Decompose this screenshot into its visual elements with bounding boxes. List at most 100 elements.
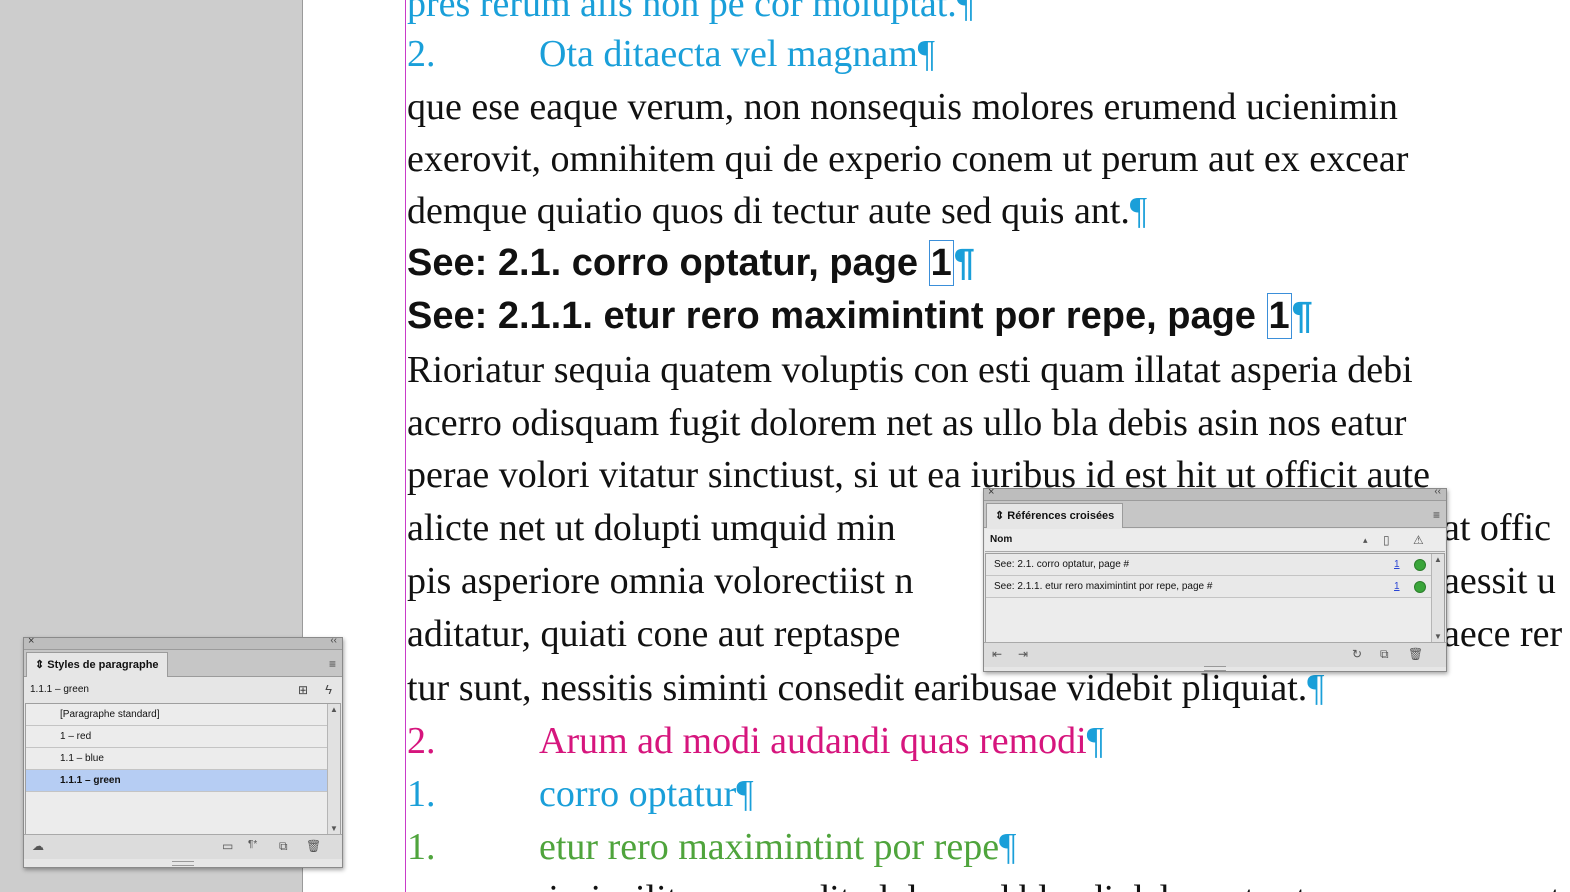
cross-references-panel[interactable]: × ‹‹ ⇕ Références croisées ≡ Nom ▴ ▯ ⚠ S… <box>983 486 1447 672</box>
warning-icon[interactable]: ⚠ <box>1413 529 1424 551</box>
close-icon[interactable]: × <box>988 486 994 498</box>
scroll-up-icon[interactable]: ▲ <box>1434 555 1442 564</box>
paragraph-styles-panel[interactable]: × ‹‹ ⇕ Styles de paragraphe ≡ 1.1.1 – gr… <box>23 635 343 868</box>
text-line-3[interactable]: que ese eaque verum, non nonsequis molor… <box>407 81 1398 133</box>
line-text: Rioriatur sequia quatem voluptis con est… <box>407 349 1413 391</box>
collapse-icon[interactable]: ‹‹ <box>1434 486 1441 497</box>
text-line-18[interactable]: que num iscipsilit, commodit, dolor sed … <box>407 873 1570 892</box>
tab-cross-references[interactable]: ⇕ Références croisées <box>986 503 1124 528</box>
scroll-up-icon[interactable]: ▲ <box>330 705 338 714</box>
cross-ref-line-2[interactable]: See: 2.1.1. etur rero maximintint por re… <box>407 290 1313 342</box>
panel-title-bar[interactable]: × ‹‹ <box>24 635 342 650</box>
panel-menu-icon[interactable]: ≡ <box>329 657 336 671</box>
sort-icon[interactable]: ▴ <box>1363 529 1368 551</box>
line-text: pis asperiore omnia volorectiist n <box>407 560 914 602</box>
create-cross-ref-icon[interactable]: ⧉ <box>1380 647 1389 662</box>
update-icon[interactable]: ↻ <box>1352 647 1362 661</box>
list-item[interactable]: 1.1 – blue <box>26 748 327 770</box>
new-style-from-selection-icon[interactable]: ⊞ <box>298 678 308 702</box>
panel-title-bar[interactable]: × ‹‹ <box>984 486 1446 501</box>
line-tail-text: aece rer <box>1443 613 1563 655</box>
line-text: exerovit, omnihitem qui de experio conem… <box>407 138 1409 180</box>
text-line-12[interactable]: pis asperiore omnia volorectiist n <box>407 555 914 607</box>
list-number: 1. <box>407 826 436 868</box>
cross-ref-name: See: 2.1. corro optatur, page # <box>994 559 1130 570</box>
new-group-icon[interactable]: ▭ <box>222 839 233 853</box>
tab-paragraph-styles[interactable]: ⇕ Styles de paragraphe <box>26 652 168 677</box>
column-header-name[interactable]: Nom <box>990 529 1012 551</box>
list-item[interactable]: 1 – red <box>26 726 327 748</box>
trash-icon[interactable]: 🗑 <box>306 839 321 853</box>
text-line-11[interactable]: alicte net ut dolupti umquid min <box>407 502 896 554</box>
heading-etur-rero[interactable]: 1. etur rero maximintint por repe¶ <box>407 821 1016 873</box>
panel-tab-row: ⇕ Styles de paragraphe ≡ <box>24 650 342 677</box>
trash-icon[interactable]: 🗑 <box>1408 647 1423 661</box>
cross-ref-page-link[interactable]: 1 <box>1394 576 1400 597</box>
style-name: 1.1 – blue <box>60 753 104 764</box>
heading-text: Ota ditaecta vel magnam <box>539 33 918 75</box>
tab-label: Références croisées <box>1007 510 1115 522</box>
current-style-bar: 1.1.1 – green ⊞ ϟ <box>24 678 342 702</box>
list-item[interactable]: [Paragraphe standard] <box>26 704 327 726</box>
create-new-style-icon[interactable]: ⧉ <box>279 839 288 854</box>
pilcrow: ¶ <box>956 0 975 25</box>
line-text: que num iscipsilit, commodit, dolor sed … <box>407 878 1570 892</box>
text-line-11-tail: at offic <box>1443 502 1551 554</box>
scroll-down-icon[interactable]: ▼ <box>1434 632 1442 641</box>
pilcrow: ¶ <box>999 826 1017 868</box>
panel-tab-row: ⇕ Références croisées ≡ <box>984 501 1446 528</box>
cross-ref-marker[interactable]: 1 <box>1266 293 1292 339</box>
text-line-13[interactable]: aditatur, quiati cone aut reptaspe <box>407 608 900 660</box>
cross-references-list[interactable]: See: 2.1. corro optatur, page # 1 See: 2… <box>985 553 1445 643</box>
pilcrow: ¶ <box>1291 295 1313 337</box>
column-header-row: Nom ▴ ▯ ⚠ <box>985 529 1445 552</box>
line-text: demque quiatio quos di tectur aute sed q… <box>407 190 1130 232</box>
table-row[interactable]: See: 2.1.1. etur rero maximintint por re… <box>986 576 1431 598</box>
text-line-5[interactable]: demque quiatio quos di tectur aute sed q… <box>407 185 1147 237</box>
heading-arum-ad-modi[interactable]: 2. Arum ad modi audandi quas remodi¶ <box>407 715 1104 767</box>
page-column-icon[interactable]: ▯ <box>1383 529 1390 551</box>
quick-apply-icon[interactable]: ϟ <box>325 678 332 702</box>
text-line-9[interactable]: acerro odisquam fugit dolorem net as ull… <box>407 397 1406 449</box>
heading-corro-optatur[interactable]: 1. corro optatur¶ <box>407 768 754 820</box>
text-line-12-tail: aessit u <box>1443 555 1556 607</box>
panel-menu-icon[interactable]: ≡ <box>1433 508 1440 522</box>
pilcrow: ¶ <box>953 242 975 284</box>
text-line-1[interactable]: pres rerum alis non pe cor moluptat.¶ <box>407 0 974 30</box>
cross-ref-marker[interactable]: 1 <box>928 240 954 286</box>
scrollbar[interactable]: ▲ ▼ <box>327 704 340 834</box>
text-line-8[interactable]: Rioriatur sequia quatem voluptis con est… <box>407 344 1413 396</box>
heading-text: corro optatur <box>539 773 737 815</box>
line-text: pres rerum alis non pe cor moluptat. <box>407 0 957 25</box>
line-text: alicte net ut dolupti umquid min <box>407 507 896 549</box>
list-item-selected[interactable]: 1.1.1 – green <box>26 770 327 792</box>
scroll-down-icon[interactable]: ▼ <box>330 824 338 833</box>
line-text: tur sunt, nessitis siminti consedit eari… <box>407 667 1308 709</box>
style-name: [Paragraphe standard] <box>60 709 160 720</box>
line-tail-text: aessit u <box>1443 560 1556 602</box>
status-ok-icon <box>1414 581 1426 593</box>
current-style-name: 1.1.1 – green <box>30 684 89 695</box>
go-to-source-icon[interactable]: ⇤ <box>992 647 1002 661</box>
text-line-13-tail: aece rer <box>1443 608 1562 660</box>
collapse-icon[interactable]: ‹‹ <box>330 635 337 646</box>
document-page[interactable]: pres rerum alis non pe cor moluptat.¶ 2.… <box>303 0 1570 892</box>
cross-ref-page-link[interactable]: 1 <box>1394 554 1400 575</box>
list-number: 1. <box>407 773 436 815</box>
cross-ref-line-1[interactable]: See: 2.1. corro optatur, page 1¶ <box>407 237 975 289</box>
table-row[interactable]: See: 2.1. corro optatur, page # 1 <box>986 554 1431 576</box>
cloud-library-icon[interactable]: ☁ <box>32 839 44 853</box>
updown-icon: ⇕ <box>995 510 1008 522</box>
line-text: aditatur, quiati cone aut reptaspe <box>407 613 901 655</box>
panel-footer: ⇤ ⇥ ↻ ⧉ 🗑 <box>984 642 1446 667</box>
clear-overrides-icon[interactable]: ¶* <box>248 839 257 850</box>
scrollbar[interactable]: ▲ ▼ <box>1431 554 1444 642</box>
styles-list[interactable]: [Paragraphe standard] 1 – red 1.1 – blue… <box>25 703 341 835</box>
close-icon[interactable]: × <box>28 635 34 647</box>
heading-ota-ditaecta[interactable]: 2. Ota ditaecta vel magnam¶ <box>407 28 935 80</box>
tab-label: Styles de paragraphe <box>47 659 159 671</box>
text-line-4[interactable]: exerovit, omnihitem qui de experio conem… <box>407 133 1408 185</box>
resize-grip[interactable] <box>1204 666 1226 671</box>
resize-grip[interactable] <box>172 861 194 866</box>
go-to-destination-icon[interactable]: ⇥ <box>1018 647 1028 661</box>
